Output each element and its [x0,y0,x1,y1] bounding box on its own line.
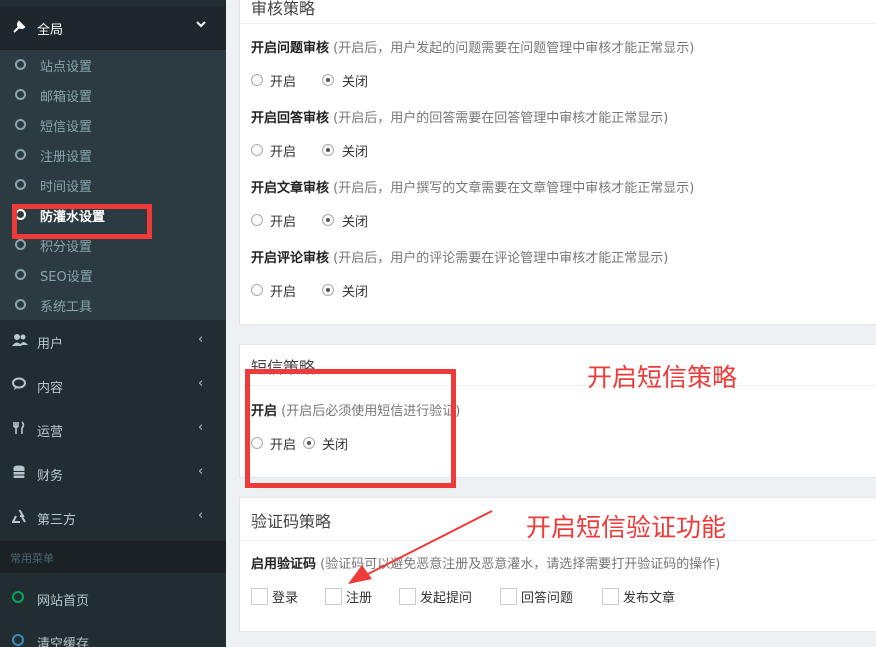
sidebar-item-label: 邮箱设置 [40,90,93,105]
article-review-on-radio[interactable] [251,214,263,226]
circle-icon [15,299,26,310]
answer-review-off-radio[interactable] [322,144,334,156]
circle-icon [15,149,26,160]
sidebar-item-label: 清空缓存 [37,637,90,647]
sidebar-item-site-settings[interactable]: 站点设置 [0,50,226,80]
chevron-left-icon: ‹ [198,376,204,391]
card-title: 验证码策略 [251,512,332,531]
answer-review-on-radio[interactable] [251,144,263,156]
circle-icon [15,59,26,70]
sidebar-item-label: 财务 [37,469,64,484]
sidebar-item-label: 内容 [37,381,64,396]
divider [240,23,876,24]
captcha-publish-checkbox[interactable] [602,588,619,605]
circle-icon [15,89,26,100]
sidebar-item-label: 用户 [37,337,64,352]
circle-icon [12,591,24,603]
comments-icon [12,377,28,395]
sidebar-item-label: 短信设置 [40,120,93,135]
article-review-off-radio[interactable] [322,214,334,226]
circle-icon [15,239,26,250]
sidebar-item-label: SEO设置 [40,270,93,285]
sidebar-item-time-settings[interactable]: 时间设置 [0,170,226,200]
sidebar-section-header: 常用菜单 [0,541,226,573]
circle-icon [15,119,26,130]
annotation-arrow-icon [348,510,493,584]
users-icon [12,333,28,351]
sidebar-item-clear-cache[interactable]: 清空缓存 [0,622,226,647]
answer-review-label: 开启回答审核 (开启后，用户的回答需要在回答管理中审核才能正常显示) [251,111,669,126]
circle-icon [15,179,26,190]
chevron-left-icon: ‹ [198,420,204,435]
circle-icon [15,269,26,280]
comment-review-label: 开启评论审核 (开启后，用户的评论需要在评论管理中审核才能正常显示) [251,251,669,266]
sidebar-item-mail-settings[interactable]: 邮箱设置 [0,80,226,110]
comment-review-off-radio[interactable] [322,284,334,296]
captcha-ask-checkbox[interactable] [399,588,416,605]
sidebar-item-finance[interactable]: 财务 ‹ [0,452,226,496]
sidebar-item-system-tools[interactable]: 系统工具 [0,290,226,320]
wrench-icon [12,20,26,38]
sidebar-item-label: 第三方 [37,513,77,528]
highlight-box-anti-spam [12,204,152,239]
comment-review-on-radio[interactable] [251,284,263,296]
question-review-on-radio[interactable] [251,74,263,86]
annotation-captcha-note: 开启短信验证功能 [526,513,727,542]
sidebar-item-sms-settings[interactable]: 短信设置 [0,110,226,140]
sidebar-item-users[interactable]: 用户 ‹ [0,320,226,364]
sidebar-item-operations[interactable]: 运营 ‹ [0,408,226,452]
sidebar-item-label: 网站首页 [37,594,90,609]
sidebar-item-label: 运营 [37,425,64,440]
annotation-sms-note: 开启短信策略 [587,363,738,392]
captcha-login-checkbox[interactable] [251,588,268,605]
captcha-answer-checkbox[interactable] [500,588,517,605]
sidebar-item-label: 站点设置 [40,60,93,75]
global-submenu: 站点设置 邮箱设置 短信设置 注册设置 时间设置 防灌水设置 积分设置 SEO设… [0,50,226,320]
sidebar-item-register-settings[interactable]: 注册设置 [0,140,226,170]
captcha-register-checkbox[interactable] [325,588,342,605]
sidebar-item-label: 注册设置 [40,150,93,165]
question-review-label: 开启问题审核 (开启后，用户发起的问题需要在问题管理中审核才能正常显示) [251,41,695,56]
review-policy-card: 审核策略 开启问题审核 (开启后，用户发起的问题需要在问题管理中审核才能正常显示… [239,0,876,325]
recycle-icon [11,509,27,527]
cutlery-icon [12,421,26,439]
sidebar-item-seo-settings[interactable]: SEO设置 [0,260,226,290]
sidebar-item-label: 全局 [37,23,64,38]
chevron-left-icon: ‹ [198,332,204,347]
highlight-box-sms [245,369,456,488]
sidebar: 全局 站点设置 邮箱设置 短信设置 注册设置 时间设置 防灌水设置 积分设置 S… [0,0,226,647]
sidebar-item-label: 时间设置 [40,180,93,195]
chevron-down-icon [196,18,206,32]
article-review-label: 开启文章审核 (开启后，用户撰写的文章需要在文章管理中审核才能正常显示) [251,181,695,196]
sidebar-item-site-home[interactable]: 网站首页 [0,579,226,619]
card-title: 审核策略 [251,0,316,18]
sidebar-item-label: 系统工具 [40,300,93,315]
sidebar-item-content[interactable]: 内容 ‹ [0,364,226,408]
circle-icon [12,634,24,646]
sidebar-item-global[interactable]: 全局 [0,6,226,50]
database-icon [12,465,26,483]
chevron-left-icon: ‹ [198,464,204,479]
chevron-left-icon: ‹ [198,508,204,523]
question-review-off-radio[interactable] [322,74,334,86]
sidebar-item-third-party[interactable]: 第三方 ‹ [0,496,226,540]
